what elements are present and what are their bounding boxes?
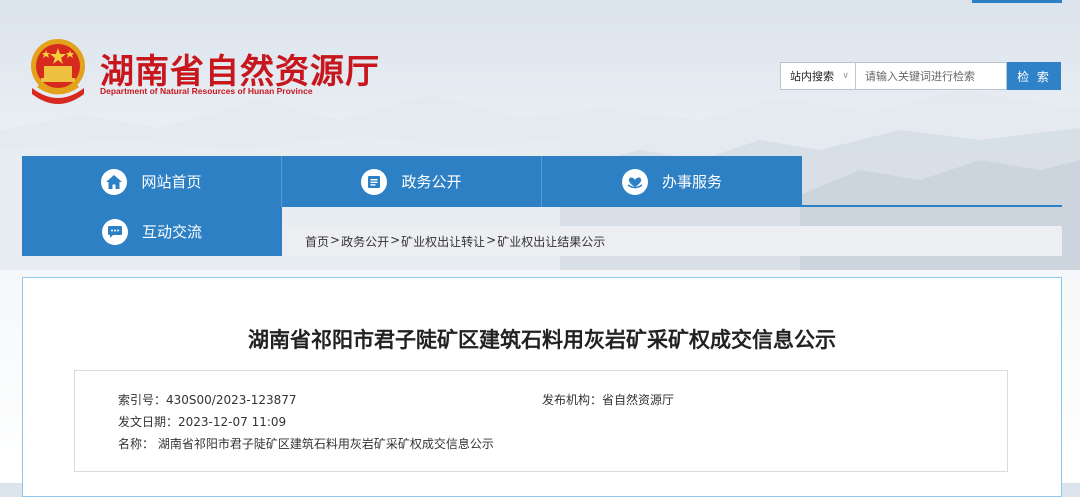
name-row: 名称： 湖南省祁阳市君子陡矿区建筑石料用灰岩矿采矿权成交信息公示 xyxy=(118,435,494,452)
index-number-value: 430S00/2023-123877 xyxy=(166,393,297,407)
issue-date-label: 发文日期： xyxy=(118,415,179,429)
nav-divider-line xyxy=(802,205,1062,207)
publisher-label: 发布机构： xyxy=(542,393,603,407)
chat-bubble-icon xyxy=(101,218,128,245)
nav-item-label: 网站首页 xyxy=(141,173,202,191)
breadcrumb-government-affairs[interactable]: 政务公开 xyxy=(341,233,389,250)
top-strip xyxy=(972,0,1062,3)
nav-item-label: 办事服务 xyxy=(661,173,722,191)
issue-date-value: 2023-12-07 11:09 xyxy=(178,415,287,429)
main-nav: 网站首页 政务公开 办事服务 xyxy=(22,156,802,207)
nav-item-interaction[interactable]: 互动交流 xyxy=(22,207,282,256)
search-button[interactable]: 检 索 xyxy=(1007,62,1061,90)
issue-date-row: 发文日期：2023-12-07 11:09 xyxy=(118,413,286,430)
index-number-label: 索引号： xyxy=(118,393,167,407)
nav-item-label: 互动交流 xyxy=(141,223,202,241)
nav-item-home[interactable]: 网站首页 xyxy=(22,156,282,207)
search-bar: 站内搜索 ∨ 检 索 xyxy=(780,62,1061,90)
name-label: 名称： xyxy=(118,437,155,451)
search-scope-label: 站内搜索 xyxy=(790,70,834,83)
publisher-value: 省自然资源厅 xyxy=(602,393,675,407)
site-subtitle: Department of Natural Resources of Hunan… xyxy=(100,86,313,96)
breadcrumb-mining-rights-transfer[interactable]: 矿业权出让转让 xyxy=(401,233,485,250)
breadcrumb-separator: > xyxy=(330,232,341,247)
chevron-down-icon: ∨ xyxy=(842,71,849,81)
breadcrumb-separator: > xyxy=(486,232,497,247)
publisher-row: 发布机构：省自然资源厅 xyxy=(542,391,674,408)
nav-item-government-affairs[interactable]: 政务公开 xyxy=(282,156,542,207)
national-emblem-icon xyxy=(24,36,92,108)
nav-item-services[interactable]: 办事服务 xyxy=(542,156,802,207)
breadcrumb-mining-rights-results[interactable]: 矿业权出让结果公示 xyxy=(497,233,605,250)
heart-hands-icon xyxy=(621,168,648,195)
search-scope-select[interactable]: 站内搜索 ∨ xyxy=(780,62,856,90)
name-value: 湖南省祁阳市君子陡矿区建筑石料用灰岩矿采矿权成交信息公示 xyxy=(157,437,494,451)
breadcrumb: 首页 > 政务公开 > 矿业权出让转让 > 矿业权出让结果公示 xyxy=(283,226,1062,256)
breadcrumb-home[interactable]: 首页 xyxy=(305,233,329,250)
index-number-row: 索引号：430S00/2023-123877 xyxy=(118,391,297,408)
search-input[interactable] xyxy=(856,62,1007,90)
nav-item-label: 政务公开 xyxy=(401,173,462,191)
breadcrumb-separator: > xyxy=(390,232,401,247)
article-meta-box: 索引号：430S00/2023-123877 发布机构：省自然资源厅 发文日期：… xyxy=(74,370,1008,472)
document-list-icon xyxy=(361,168,388,195)
article-title: 湖南省祁阳市君子陡矿区建筑石料用灰岩矿采矿权成交信息公示 xyxy=(248,328,836,352)
home-icon xyxy=(101,168,128,195)
